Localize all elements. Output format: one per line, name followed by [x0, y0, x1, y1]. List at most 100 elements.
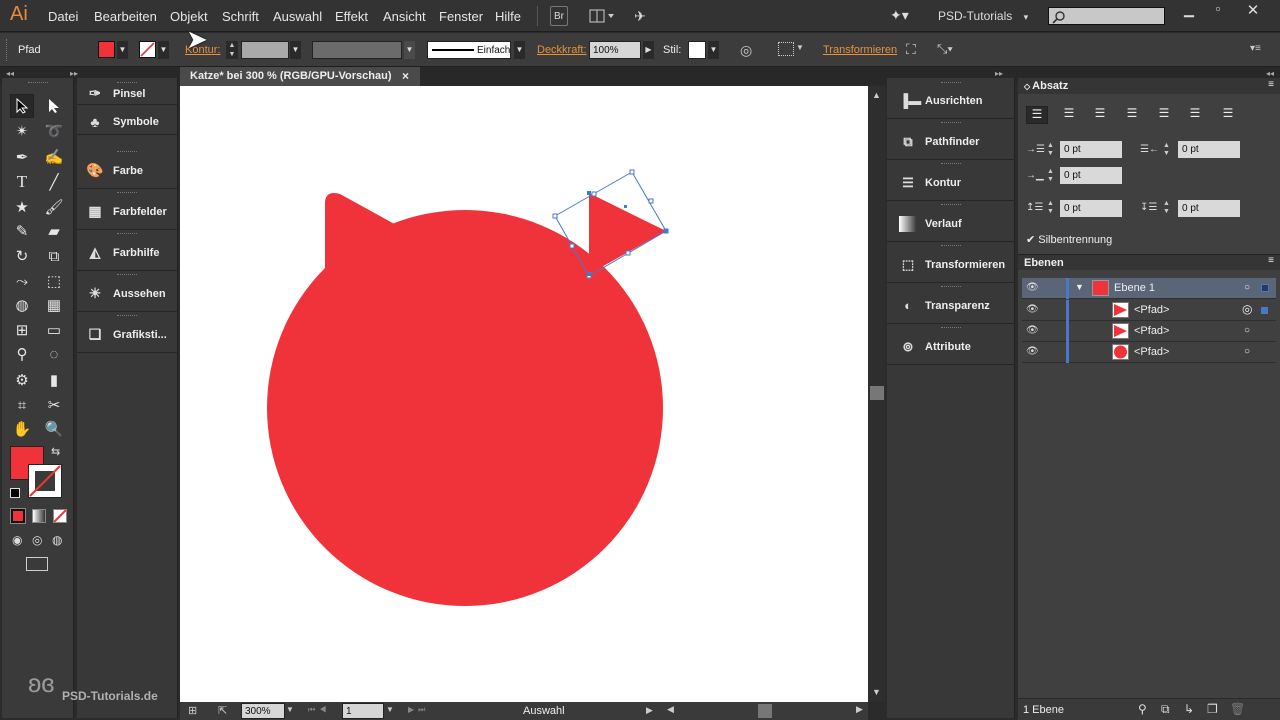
panel-menu-icon[interactable]: ≡ [1268, 79, 1274, 90]
menu-datei[interactable]: Datei [48, 9, 78, 24]
visibility-eye-icon[interactable]: 👁 [1026, 346, 1040, 357]
transform-link[interactable]: Transformieren [823, 44, 897, 56]
new-layer-icon[interactable]: ❐ [1207, 702, 1218, 716]
minimize-button[interactable]: ▁ [1174, 2, 1204, 20]
panel-grafikstile[interactable]: ❏ Grafiksti... [77, 317, 178, 353]
panel-symbole[interactable]: ♣ Symbole [77, 109, 178, 135]
artboard-tool-icon[interactable]: ⌗ [10, 393, 34, 417]
mesh-tool-icon[interactable]: ⊞ [10, 318, 34, 342]
recolor-artwork-icon[interactable]: ◎ [740, 42, 752, 59]
swap-colors-icon[interactable]: ⇆ [51, 445, 60, 458]
menu-bearbeiten[interactable]: Bearbeiten [94, 9, 157, 24]
isolate-group-icon[interactable]: ⛶ [906, 41, 916, 58]
draw-inside-icon[interactable]: ◍ [52, 533, 62, 547]
selection-indicator[interactable] [1261, 284, 1269, 292]
curvature-tool-icon[interactable]: ✍ [42, 145, 66, 169]
panel-menu-icon[interactable]: ▾≡ [1250, 43, 1261, 54]
opacity-label-link[interactable]: Deckkraft: [537, 44, 587, 56]
artboard-prev-icons[interactable]: ⏮◀ [308, 705, 330, 715]
stroke-weight-field[interactable] [241, 41, 289, 59]
zoom-field[interactable]: 300% [241, 703, 285, 719]
target-selected-icon[interactable]: ◎ [1242, 302, 1252, 316]
panel-farbhilfe[interactable]: ◭ Farbhilfe [77, 235, 178, 271]
close-tab-icon[interactable]: × [402, 69, 409, 83]
cat-artwork[interactable] [180, 86, 868, 702]
lasso-tool-icon[interactable]: ➰ [42, 119, 66, 143]
fill-dropdown[interactable]: ▼ [117, 41, 128, 59]
opacity-slider-arrow[interactable]: ▶ [643, 41, 654, 59]
hyphenation-checkbox[interactable]: ✔ Silbentrennung [1026, 233, 1112, 246]
document-tab[interactable]: Katze* bei 300 % (RGB/GPU-Vorschau) × [180, 67, 420, 86]
space-after-stepper[interactable]: ▲ ▼ [1163, 200, 1173, 216]
stroke-color-box[interactable] [28, 464, 62, 498]
panel-farbfelder[interactable]: ▦ Farbfelder [77, 194, 178, 230]
selection-tool-icon[interactable] [10, 94, 34, 118]
menu-schrift[interactable]: Schrift [222, 9, 259, 24]
stroke-swatch[interactable] [139, 41, 156, 58]
perspective-grid-tool-icon[interactable]: ▦ [42, 293, 66, 317]
delete-layer-icon[interactable]: 🗑 [1230, 702, 1245, 716]
hscroll-left-arrow[interactable]: ◀ [667, 704, 674, 715]
shaper-tool-icon[interactable]: ✎ [10, 219, 34, 243]
type-tool-icon[interactable]: T [10, 170, 34, 194]
search-input[interactable] [1048, 7, 1165, 25]
stroke-weight-dropdown[interactable]: ▼ [290, 41, 301, 59]
graphic-style-dropdown[interactable]: ▼ [708, 41, 719, 59]
workspace-switcher[interactable]: PSD-Tutorials ▾ [938, 9, 1028, 23]
scroll-up-arrow[interactable]: ▲ [872, 90, 881, 100]
layer-row-ebene-1[interactable]: 👁 ▼ Ebene 1 ○ [1022, 278, 1276, 299]
target-circle-icon[interactable]: ○ [1244, 282, 1250, 293]
indent-left-stepper[interactable]: ▲ ▼ [1047, 142, 1057, 158]
rotate-tool-icon[interactable]: ↻ [10, 244, 34, 268]
symbol-sprayer-tool-icon[interactable]: ⚙ [10, 368, 34, 392]
locate-object-icon[interactable]: ⚲ [1138, 702, 1147, 716]
stroke-weight-stepper[interactable]: ▲ ▼ [226, 41, 238, 59]
opacity-field[interactable]: 100% [589, 41, 641, 59]
panel-ausrichten[interactable]: ▐▬ Ausrichten [887, 83, 1015, 119]
panel-transformieren[interactable]: ⬚ Transformieren [887, 247, 1015, 283]
variable-width-field[interactable] [312, 41, 402, 59]
menu-effekt[interactable]: Effekt [335, 9, 368, 24]
magic-wand-tool-icon[interactable]: ✴ [10, 119, 34, 143]
scroll-down-arrow[interactable]: ▼ [872, 687, 881, 697]
column-graph-tool-icon[interactable]: ▮ [42, 368, 66, 392]
space-before-stepper[interactable]: ▲ ▼ [1047, 200, 1057, 216]
direct-selection-tool-icon[interactable] [42, 94, 66, 118]
clipping-mask-icon[interactable]: ⧉ [1161, 702, 1170, 717]
draw-behind-icon[interactable]: ◎ [32, 533, 42, 547]
panel-transparenz[interactable]: ◐ Transparenz [887, 288, 1015, 324]
align-left-button[interactable]: ☰ [1026, 106, 1048, 124]
artboard-nav-icon[interactable]: ⊞ [188, 704, 197, 717]
close-button[interactable]: ✕ [1238, 1, 1268, 19]
draw-normal-icon[interactable]: ◉ [12, 533, 22, 547]
menu-auswahl[interactable]: Auswahl [273, 9, 322, 24]
artboard-canvas[interactable] [180, 86, 868, 702]
brush-profile-field[interactable]: Einfach [427, 41, 511, 59]
default-colors-icon[interactable] [10, 488, 20, 498]
brush-profile-dropdown[interactable]: ▼ [514, 41, 525, 59]
line-tool-icon[interactable]: ╱ [42, 170, 66, 194]
slice-tool-icon[interactable]: ✂ [42, 393, 66, 417]
width-tool-icon[interactable]: ⤳ [10, 269, 34, 293]
eraser-tool-icon[interactable]: ▰ [42, 219, 66, 243]
indent-right-stepper[interactable]: ▲ ▼ [1163, 142, 1173, 158]
zoom-dropdown[interactable]: ▼ [286, 705, 294, 714]
justify-right-button[interactable]: ☰ [1184, 106, 1206, 124]
gpu-performance-icon[interactable]: ✈ [630, 6, 650, 26]
menu-objekt[interactable]: Objekt [170, 9, 208, 24]
expand-left-icon[interactable]: ▸▸ [70, 69, 78, 78]
layer-row-pfad-3[interactable]: 👁 <Pfad> ○ [1022, 342, 1276, 363]
hscroll-right-arrow[interactable]: ▶ [856, 704, 863, 715]
zoom-tool-icon[interactable]: 🔍 [42, 417, 66, 441]
export-icon[interactable]: ⇱ [218, 704, 227, 717]
indent-right-field[interactable]: 0 pt [1178, 141, 1240, 158]
hscroll-thumb[interactable] [758, 704, 772, 718]
justify-all-button[interactable]: ☰ [1217, 106, 1239, 124]
free-transform-tool-icon[interactable]: ⬚ [42, 269, 66, 293]
screen-mode-icon[interactable] [26, 557, 48, 571]
gradient-tool-icon[interactable]: ▭ [42, 318, 66, 342]
panel-kontur[interactable]: ☰ Kontur [887, 165, 1015, 201]
new-sublayer-icon[interactable]: ↳ [1184, 702, 1194, 716]
variable-width-dropdown[interactable]: ▼ [404, 41, 415, 59]
menu-fenster[interactable]: Fenster [439, 9, 483, 24]
